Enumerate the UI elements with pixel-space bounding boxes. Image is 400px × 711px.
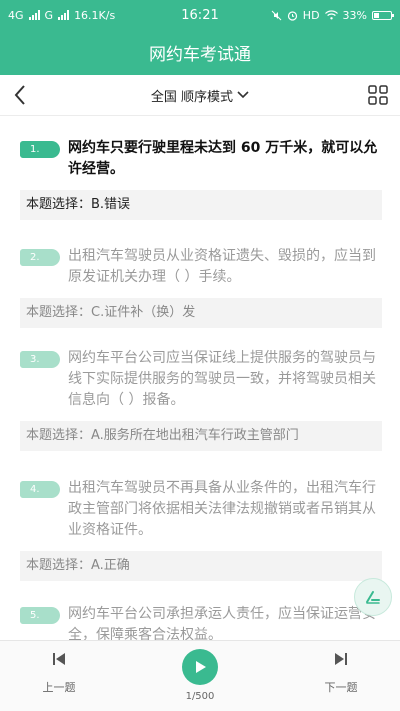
question-item[interactable]: 4. 出租汽车驾驶员不再具备从业条件的，出租汽车行政主管部门将依据相关法律法规撤… [20,478,382,581]
question-text: 网约车平台公司应当保证线上提供服务的驾驶员与线下实际提供服务的驾驶员一致，并将驾… [68,350,376,408]
question-item[interactable]: 3. 网约车平台公司应当保证线上提供服务的驾驶员与线下实际提供服务的驾驶员一致，… [20,348,382,451]
skip-next-icon [335,653,347,665]
signal-icon-2 [58,10,70,20]
question-item[interactable]: 5. 网约车平台公司承担承运人责任，应当保证运营安全，保障乘客合法权益。 [20,604,382,640]
play-icon [196,661,206,673]
skip-previous-icon [53,653,65,665]
battery-percent: 33% [342,8,367,22]
question-counter: 1/500 [185,691,215,702]
question-list[interactable]: 1. 网约车只要行驶里程未达到 60 万千米，就可以允许经营。 本题选择：B.错… [0,116,400,640]
question-number-badge: 3. [20,351,60,368]
question-number-badge: 5. [20,607,60,624]
question-number-badge: 2. [20,249,60,266]
status-left: 4G G 16.1K/s [8,9,115,22]
play-button[interactable] [182,649,218,685]
hd-label: HD [302,8,320,22]
question-text: 网约车平台公司承担承运人责任，应当保证运营安全，保障乘客合法权益。 [68,606,376,640]
prev-question-label: 上一题 [42,681,76,694]
grid-menu-button[interactable] [368,85,388,105]
wifi-icon [324,10,338,20]
chevron-left-icon [14,85,25,105]
question-text: 出租汽车驾驶员从业资格证遗失、毁损的，应当到原发证机关办理（ ）手续。 [68,248,376,285]
network-type-2: G [44,8,54,22]
question-item[interactable]: 1. 网约车只要行驶里程未达到 60 万千米，就可以允许经营。 本题选择：B.错… [20,138,382,220]
signal-icon [28,10,40,20]
chevron-down-icon [237,91,249,99]
edit-icon [366,591,380,604]
battery-icon [372,10,394,20]
mute-icon [271,10,282,20]
mode-label: 全国 顺序模式 [150,89,234,105]
status-bar: 4G G 16.1K/s 16:21 HD 33% [0,0,400,30]
network-type: 4G [8,8,24,22]
status-right: HD 33% [271,8,394,22]
app-header: 网约车考试通 [0,30,400,75]
floating-action-button[interactable] [354,578,392,616]
nav-bar: 全国 顺序模式 [0,75,400,116]
question-text: 网约车只要行驶里程未达到 60 万千米，就可以允许经营。 [68,140,378,177]
grid-icon [368,85,388,105]
answer-row: 本题选择：A.正确 [20,551,382,581]
bottom-bar: 上一题 1/500 下一题 [0,640,400,711]
question-item[interactable]: 2. 出租汽车驾驶员从业资格证遗失、毁损的，应当到原发证机关办理（ ）手续。 本… [20,246,382,328]
back-button[interactable] [8,83,32,107]
page-title: 网约车考试通 [149,45,251,65]
question-number-badge: 4. [20,481,60,498]
next-question-label: 下一题 [324,681,358,694]
next-question-button[interactable]: 下一题 [311,651,371,695]
answer-row: 本题选择：C.证件补（换）发 [20,298,382,328]
prev-question-button[interactable]: 上一题 [29,651,89,695]
alarm-icon [287,10,297,21]
answer-row: 本题选择：B.错误 [20,190,382,220]
question-text: 出租汽车驾驶员不再具备从业条件的，出租汽车行政主管部门将依据相关法律法规撤销或者… [68,480,376,538]
answer-row: 本题选择：A.服务所在地出租汽车行政主管部门 [20,421,382,451]
mode-select[interactable]: 全国 顺序模式 [151,86,249,105]
question-number-badge: 1. [20,141,60,158]
network-speed: 16.1K/s [74,8,116,22]
